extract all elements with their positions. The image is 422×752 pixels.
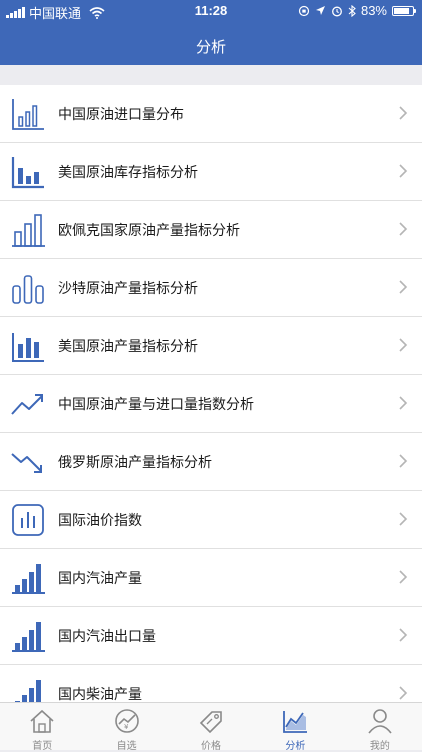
bar-chart-boxed-icon bbox=[12, 504, 44, 536]
list-item[interactable]: 沙特原油产量指标分析 bbox=[0, 259, 422, 317]
list-item[interactable]: 国内柴油产量 bbox=[0, 665, 422, 702]
list-item-label: 美国原油产量指标分析 bbox=[58, 337, 198, 354]
battery-percent: 83% bbox=[360, 3, 387, 18]
bar-chart-ascending-outline-icon bbox=[12, 214, 45, 247]
chevron-right-icon bbox=[399, 570, 408, 584]
bar-chart-rounded-outline-icon bbox=[12, 275, 44, 304]
svg-text:¥: ¥ bbox=[124, 723, 129, 731]
bar-chart-ascending-solid-icon bbox=[12, 564, 45, 594]
list-item-label: 国内柴油产量 bbox=[58, 685, 142, 702]
tab-home[interactable]: 首页 bbox=[0, 703, 84, 752]
battery-icon bbox=[392, 5, 416, 16]
bar-chart-outline-icon bbox=[12, 99, 44, 130]
list-item-label: 国际油价指数 bbox=[58, 511, 142, 528]
list-item[interactable]: 中国原油进口量分布 bbox=[0, 85, 422, 143]
chevron-right-icon bbox=[399, 512, 408, 526]
list-item[interactable]: 美国原油库存指标分析 bbox=[0, 143, 422, 201]
list-item[interactable]: 国内汽油出口量 bbox=[0, 607, 422, 665]
list-item-label: 国内汽油产量 bbox=[58, 569, 142, 586]
list-item[interactable]: 国内汽油产量 bbox=[0, 549, 422, 607]
bar-chart-solid-icon bbox=[12, 333, 44, 362]
chevron-right-icon bbox=[399, 396, 408, 410]
location-icon bbox=[315, 6, 325, 15]
trend-down-icon bbox=[11, 453, 42, 473]
chevron-right-icon bbox=[399, 164, 408, 178]
tab-favorites[interactable]: ¥ 自选 bbox=[84, 703, 168, 752]
list-item[interactable]: 中国原油产量与进口量指数分析 bbox=[0, 375, 422, 433]
favorites-icon: ¥ bbox=[114, 709, 139, 733]
bar-chart-solid-icon bbox=[11, 157, 44, 189]
trend-up-icon bbox=[11, 394, 43, 415]
bar-chart-ascending-solid-icon bbox=[12, 622, 45, 652]
header: 中国联通 11:28 83% 分析 bbox=[0, 0, 422, 65]
chevron-right-icon bbox=[399, 222, 408, 236]
list-item-label: 中国原油产量与进口量指数分析 bbox=[58, 395, 254, 412]
alarm-icon bbox=[332, 6, 342, 16]
list-item-label: 俄罗斯原油产量指标分析 bbox=[58, 453, 212, 470]
list-item-label: 国内汽油出口量 bbox=[58, 627, 156, 644]
list-item-label: 美国原油库存指标分析 bbox=[58, 163, 198, 180]
profile-icon bbox=[368, 709, 392, 734]
tab-profile[interactable]: 我的 bbox=[338, 703, 422, 752]
list-item[interactable]: 国际油价指数 bbox=[0, 491, 422, 549]
analysis-list: 中国原油进口量分布 美国原油库存指标分析 欧佩克国家原油产量指标分析 沙特原油产… bbox=[0, 85, 422, 702]
page-title: 分析 bbox=[195, 39, 226, 56]
tab-bar: 首页 ¥ 自选 价格 分析 我的 bbox=[0, 702, 422, 752]
list-item[interactable]: 俄罗斯原油产量指标分析 bbox=[0, 433, 422, 491]
tab-analysis[interactable]: 分析 bbox=[253, 703, 337, 752]
chevron-right-icon bbox=[399, 338, 408, 352]
analysis-chart-icon bbox=[283, 711, 308, 733]
home-icon bbox=[30, 709, 54, 733]
tab-price[interactable]: 价格 bbox=[169, 703, 253, 752]
chevron-right-icon bbox=[399, 106, 408, 120]
chevron-right-icon bbox=[399, 686, 408, 700]
list-item-label: 沙特原油产量指标分析 bbox=[58, 279, 198, 296]
list-item-label: 中国原油进口量分布 bbox=[58, 105, 184, 122]
list-item-label: 欧佩克国家原油产量指标分析 bbox=[58, 221, 240, 238]
status-right: 83% bbox=[298, 3, 416, 18]
battery-level bbox=[394, 7, 409, 14]
list-item[interactable]: 欧佩克国家原油产量指标分析 bbox=[0, 201, 422, 259]
status-bar: 中国联通 11:28 83% bbox=[0, 0, 422, 22]
orientation-lock-icon bbox=[298, 5, 310, 16]
chevron-right-icon bbox=[399, 280, 408, 294]
chevron-right-icon bbox=[399, 454, 408, 468]
price-tag-icon bbox=[199, 711, 222, 734]
chevron-right-icon bbox=[399, 628, 408, 642]
list-item[interactable]: 美国原油产量指标分析 bbox=[0, 317, 422, 375]
bluetooth-icon bbox=[348, 4, 356, 17]
bar-chart-ascending-solid-icon bbox=[15, 680, 41, 702]
